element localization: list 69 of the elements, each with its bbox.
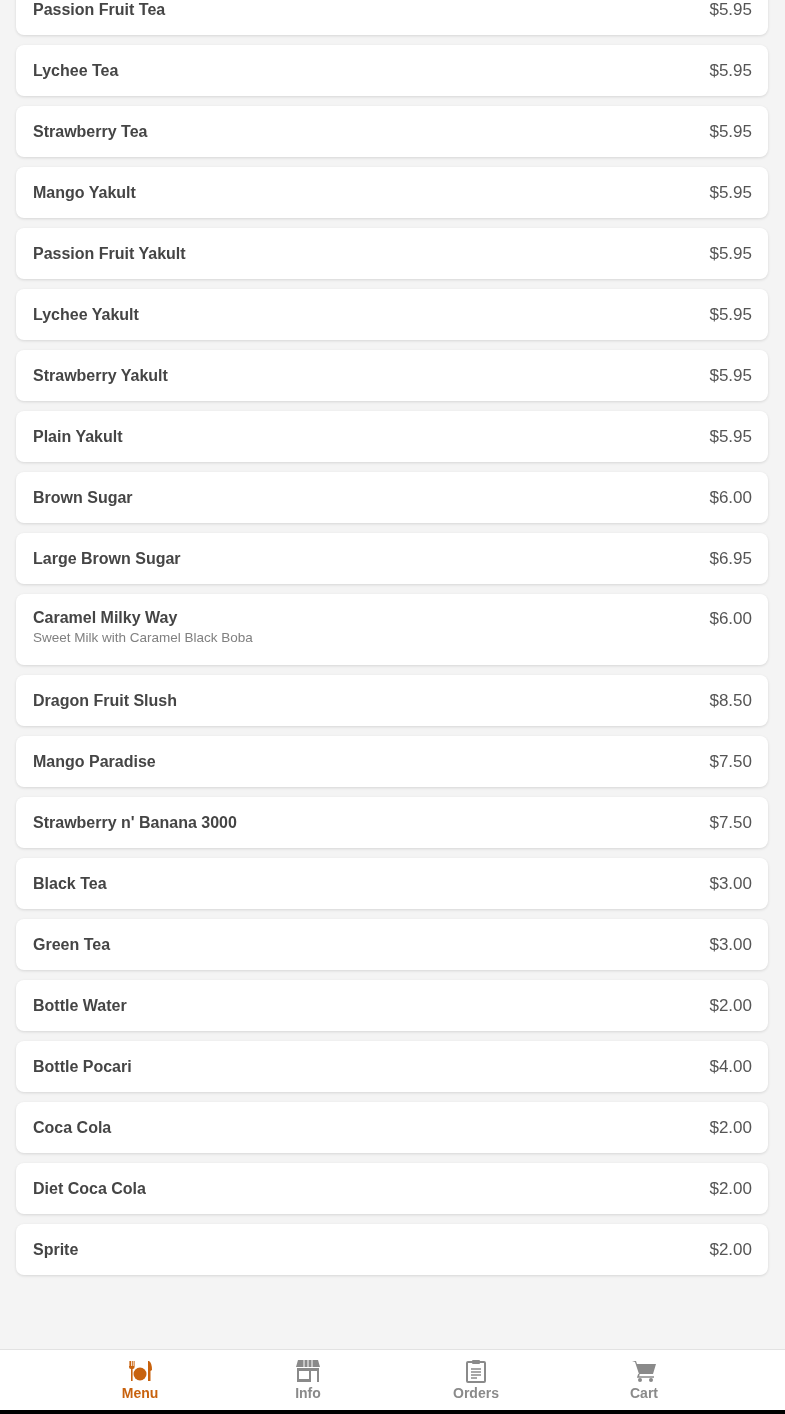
item-name: Lychee Tea [33,61,119,80]
item-name: Strawberry n' Banana 3000 [33,813,237,832]
item-price: $6.95 [709,548,752,569]
menu-item-card[interactable]: Strawberry n' Banana 3000 $7.50 [16,797,768,848]
item-price: $2.00 [709,995,752,1016]
menu-item-card[interactable]: Diet Coca Cola $2.00 [16,1163,768,1214]
menu-item-card[interactable]: Bottle Water $2.00 [16,980,768,1031]
item-name: Strawberry Yakult [33,366,168,385]
storefront-icon [295,1359,321,1383]
plate-cutlery-icon [127,1359,153,1383]
item-name: Bottle Water [33,996,127,1015]
item-price: $5.95 [709,0,752,20]
clipboard-icon [463,1359,489,1383]
item-price: $7.50 [709,751,752,772]
menu-item-card[interactable]: Strawberry Tea $5.95 [16,106,768,157]
item-price: $6.00 [709,609,752,629]
item-name: Passion Fruit Yakult [33,244,186,263]
item-name: Caramel Milky Way [33,609,179,627]
item-name: Plain Yakult [33,427,123,446]
item-name: Coca Cola [33,1118,112,1137]
menu-item-card[interactable]: Large Brown Sugar $6.95 [16,533,768,584]
menu-item-card[interactable]: Mango Paradise $7.50 [16,736,768,787]
menu-item-card[interactable]: Coca Cola $2.00 [16,1102,768,1153]
menu-item-card[interactable]: Lychee Yakult $5.95 [16,289,768,340]
item-name: Diet Coca Cola [33,1179,146,1198]
menu-item-card[interactable]: Caramel Milky Way Sweet Milk with Caramel Black Boba $6.00 [16,594,768,665]
menu-item-card[interactable]: Strawberry Yakult $5.95 [16,350,768,401]
item-price: $5.95 [709,304,752,325]
menu-item-card[interactable]: Dragon Fruit Slush $8.50 [16,675,768,726]
item-price: $3.00 [709,873,752,894]
menu-item-card[interactable]: Black Tea $3.00 [16,858,768,909]
item-price: $6.00 [709,487,752,508]
item-price: $2.00 [709,1178,752,1199]
item-name: Mango Paradise [33,752,156,771]
item-price: $2.00 [709,1117,752,1138]
nav-tab[interactable]: Menu [56,1350,224,1410]
cart-icon [631,1359,657,1383]
menu-item-card[interactable]: Plain Yakult $5.95 [16,411,768,462]
item-price: $5.95 [709,182,752,203]
item-name: Passion Fruit Tea [33,0,166,19]
item-description: Sweet Milk with Caramel Black Boba [33,630,253,645]
item-name: Mango Yakult [33,183,136,202]
item-price: $5.95 [709,426,752,447]
item-price: $2.00 [709,1239,752,1260]
item-name: Brown Sugar [33,488,133,507]
item-price: $8.50 [709,690,752,711]
item-name: Lychee Yakult [33,305,139,324]
item-name: Dragon Fruit Slush [33,691,177,710]
menu-item-card[interactable]: Passion Fruit Tea $5.95 [16,0,768,35]
item-price: $5.95 [709,121,752,142]
menu-item-card[interactable]: Lychee Tea $5.95 [16,45,768,96]
menu-item-card[interactable]: Passion Fruit Yakult $5.95 [16,228,768,279]
item-name: Green Tea [33,935,111,954]
item-name: Strawberry Tea [33,122,148,141]
item-price: $3.00 [709,934,752,955]
item-price: $5.95 [709,243,752,264]
item-price: $5.95 [709,365,752,386]
menu-item-card[interactable]: Sprite $2.00 [16,1224,768,1275]
menu-item-card[interactable]: Mango Yakult $5.95 [16,167,768,218]
menu-item-card[interactable]: Green Tea $3.00 [16,919,768,970]
menu-item-card[interactable]: Brown Sugar $6.00 [16,472,768,523]
item-price: $5.95 [709,60,752,81]
item-name: Bottle Pocari [33,1057,132,1076]
item-name: Sprite [33,1240,79,1259]
item-price: $4.00 [709,1056,752,1077]
menu-item-card[interactable]: Bottle Pocari $4.00 [16,1041,768,1092]
item-name: Black Tea [33,874,107,893]
item-price: $7.50 [709,812,752,833]
item-name: Large Brown Sugar [33,549,181,568]
